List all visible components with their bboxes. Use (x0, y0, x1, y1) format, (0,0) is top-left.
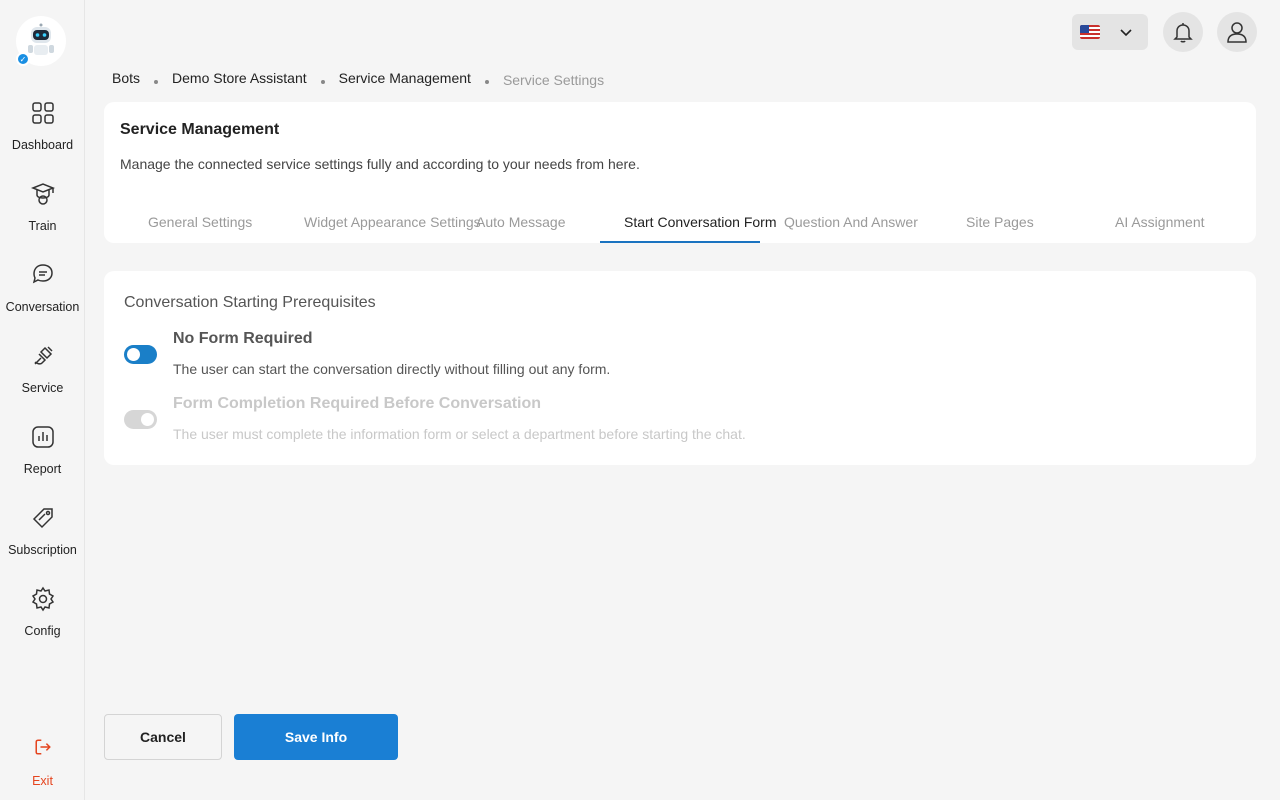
conversation-icon (32, 264, 53, 284)
service-icon (33, 346, 53, 365)
prerequisites-card: Conversation Starting Prerequisites No F… (104, 271, 1256, 465)
breadcrumb-bot-name[interactable]: Demo Store Assistant (172, 70, 307, 86)
breadcrumb-separator (154, 80, 159, 84)
toggle-knob (127, 348, 140, 361)
service-management-card: Service Management Manage the connected … (104, 102, 1256, 243)
notifications-button[interactable] (1163, 12, 1203, 52)
exit-button[interactable]: Exit (0, 730, 85, 800)
cancel-button[interactable]: Cancel (104, 714, 222, 760)
subscription-icon (32, 508, 53, 529)
sidebar-item-conversation[interactable]: Conversation (0, 256, 85, 328)
toggle-knob (141, 413, 154, 426)
train-icon (30, 183, 55, 205)
breadcrumb-separator (320, 80, 325, 84)
sidebar: ✓ Dashboard Train Conversation Service R… (0, 0, 85, 800)
us-flag-icon (1080, 25, 1100, 39)
section-title: Conversation Starting Prerequisites (124, 294, 376, 311)
exit-label: Exit (32, 774, 53, 788)
tab-question-and-answer[interactable]: Question And Answer (784, 202, 918, 243)
option-description: The user must complete the information f… (173, 426, 746, 442)
report-icon (31, 426, 54, 448)
page-description: Manage the connected service settings fu… (120, 156, 640, 172)
option-description: The user can start the conversation dire… (173, 361, 611, 377)
no-form-required-toggle[interactable] (124, 345, 157, 364)
user-avatar-button[interactable] (1217, 12, 1257, 52)
config-icon (31, 586, 54, 612)
sidebar-item-label: Conversation (5, 300, 80, 314)
sidebar-item-subscription[interactable]: Subscription (0, 499, 85, 571)
settings-tabs: General Settings Widget Appearance Setti… (104, 202, 1256, 243)
sidebar-item-label: Service (21, 381, 64, 395)
breadcrumb-separator (484, 80, 489, 84)
breadcrumb-bots[interactable]: Bots (112, 70, 140, 86)
form-required-toggle[interactable] (124, 410, 157, 429)
sidebar-item-label: Report (23, 462, 62, 476)
sidebar-item-dashboard[interactable]: Dashboard (0, 94, 85, 166)
option-title: Form Completion Required Before Conversa… (173, 395, 542, 412)
page-title: Service Management (120, 121, 280, 138)
tab-ai-assignment[interactable]: AI Assignment (1115, 202, 1205, 243)
sidebar-item-report[interactable]: Report (0, 418, 85, 490)
active-tab-indicator (600, 241, 760, 243)
tab-widget-appearance-settings[interactable]: Widget Appearance Settings (304, 202, 481, 243)
sidebar-item-service[interactable]: Service (0, 337, 85, 409)
sidebar-item-label: Train (28, 219, 57, 233)
chevron-down-icon (1120, 29, 1132, 37)
tab-start-conversation-form[interactable]: Start Conversation Form (624, 202, 777, 243)
bot-logo[interactable]: ✓ (16, 16, 66, 66)
breadcrumb-current: Service Settings (502, 72, 605, 88)
bell-icon (1173, 23, 1193, 43)
tab-general-settings[interactable]: General Settings (148, 202, 252, 243)
tab-auto-message[interactable]: Auto Message (476, 202, 566, 243)
verified-badge-icon: ✓ (16, 52, 30, 66)
sidebar-item-train[interactable]: Train (0, 175, 85, 247)
dashboard-icon (31, 102, 54, 124)
sidebar-item-label: Config (24, 624, 61, 638)
sidebar-item-label: Dashboard (11, 138, 74, 152)
breadcrumb-service-management[interactable]: Service Management (339, 70, 471, 86)
breadcrumb: Bots Demo Store Assistant Service Manage… (112, 68, 604, 88)
tab-site-pages[interactable]: Site Pages (966, 202, 1034, 243)
save-info-button[interactable]: Save Info (234, 714, 398, 760)
sidebar-item-config[interactable]: Config (0, 580, 85, 652)
option-title: No Form Required (173, 330, 313, 347)
user-icon (1227, 22, 1247, 43)
sidebar-item-label: Subscription (8, 543, 77, 557)
language-selector[interactable] (1072, 14, 1148, 50)
logout-icon (34, 739, 51, 755)
